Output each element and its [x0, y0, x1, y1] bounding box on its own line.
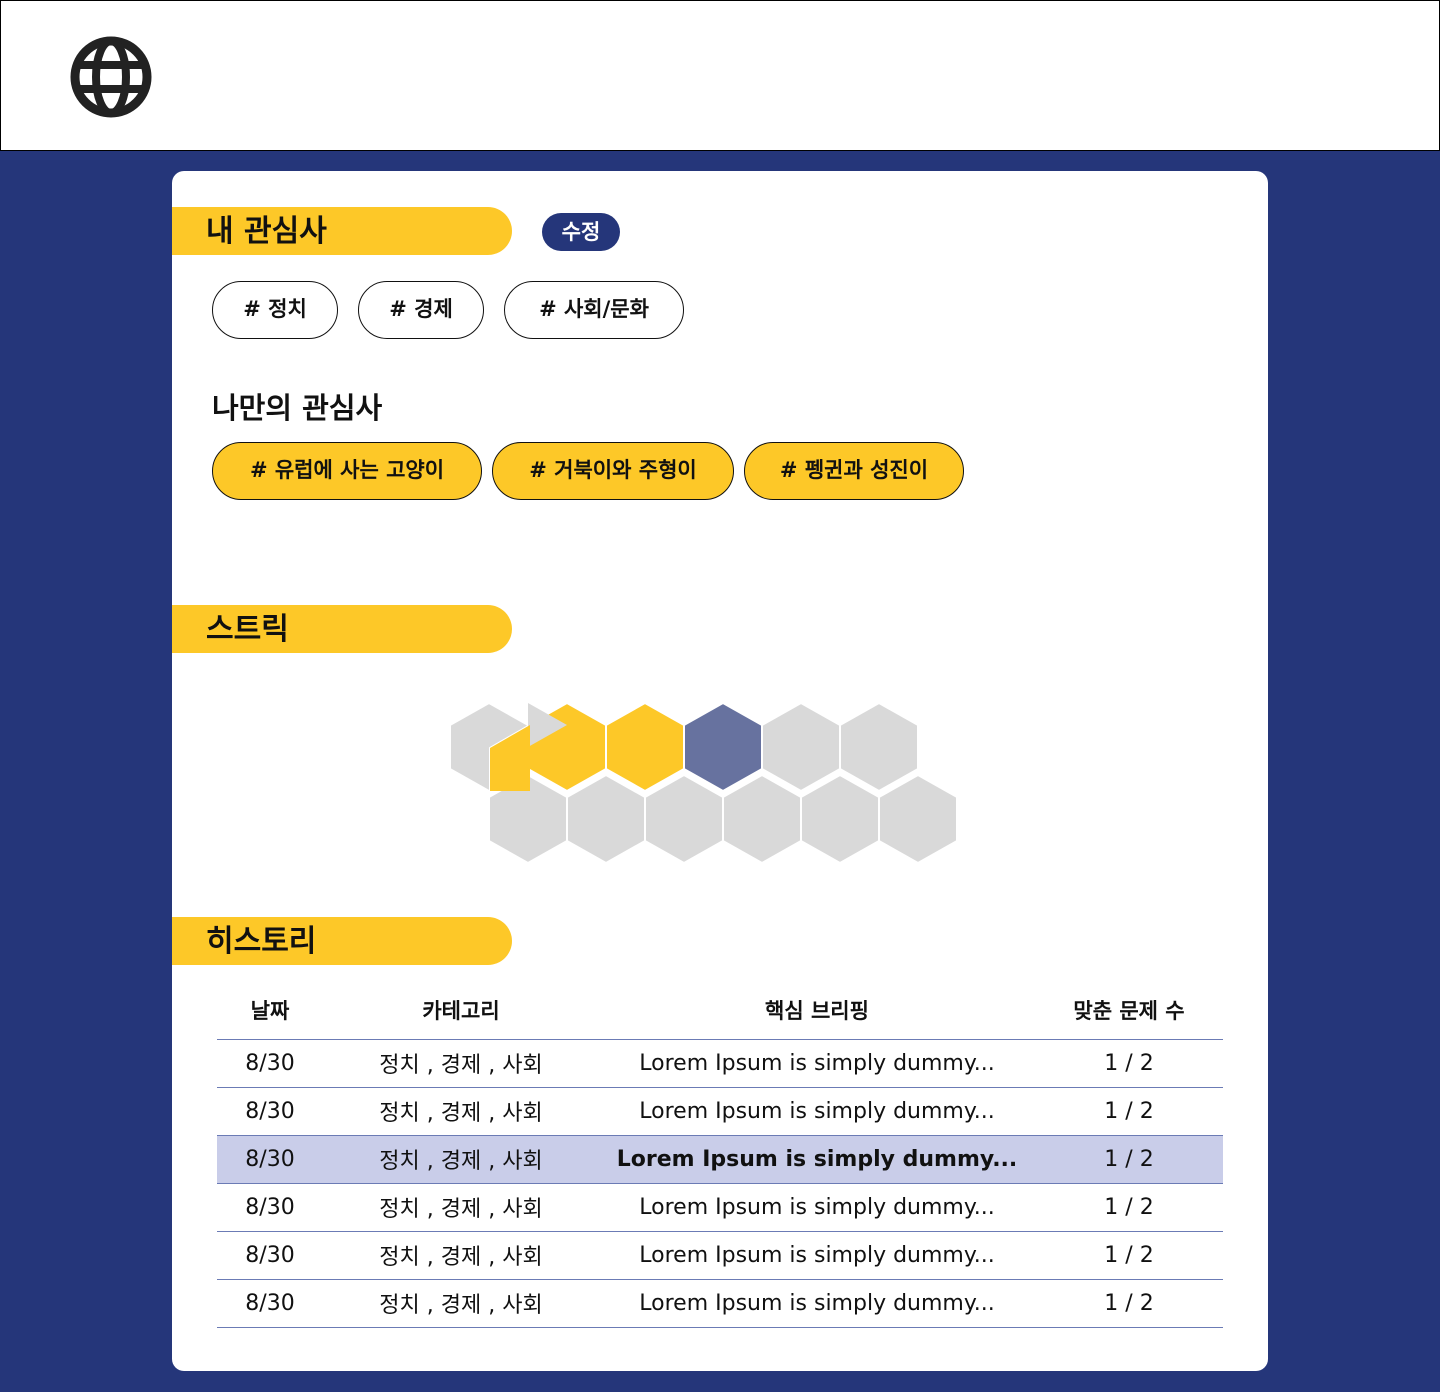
row-date: 8/30 [217, 1279, 323, 1328]
interest-tag-economy[interactable]: # 경제 [358, 281, 484, 339]
streak-day [839, 701, 919, 793]
interest-tag-society[interactable]: # 사회/문화 [504, 281, 684, 339]
streak-day [683, 701, 763, 793]
row-brief[interactable]: Lorem Ipsum is simply dummy... [599, 1183, 1035, 1232]
streak-day [878, 773, 958, 865]
row-date: 8/30 [217, 1039, 323, 1088]
row-category: 정치 , 경제 , 사회 [323, 1135, 599, 1184]
profile-card: 내 관심사 수정 # 정치 # 경제 # 사회/문화 나만의 관심사 # 유럽에… [172, 171, 1268, 1371]
streak-day [566, 773, 646, 865]
streak-title: 스트릭 [206, 612, 289, 647]
globe-icon[interactable] [69, 35, 153, 119]
streak-day [800, 773, 880, 865]
row-score: 1 / 2 [1035, 1231, 1223, 1280]
streak-section-header: 스트릭 [172, 605, 512, 653]
row-brief[interactable]: Lorem Ipsum is simply dummy... [599, 1279, 1035, 1328]
column-header-score: 맞춘 문제 수 [1035, 981, 1223, 1040]
row-category: 정치 , 경제 , 사회 [323, 1087, 599, 1136]
row-category: 정치 , 경제 , 사회 [323, 1039, 599, 1088]
table-row[interactable]: 8/30 정치 , 경제 , 사회 Lorem Ipsum is simply … [217, 1183, 1223, 1232]
row-score: 1 / 2 [1035, 1087, 1223, 1136]
interests-section-header: 내 관심사 [172, 207, 512, 255]
custom-tag-2[interactable]: # 거북이와 주형이 [492, 442, 734, 500]
streak-day [722, 773, 802, 865]
column-header-date: 날짜 [217, 981, 323, 1040]
row-score: 1 / 2 [1035, 1279, 1223, 1328]
table-row[interactable]: 8/30 정치 , 경제 , 사회 Lorem Ipsum is simply … [217, 1279, 1223, 1328]
row-date: 8/30 [217, 1135, 323, 1184]
table-row[interactable]: 8/30 정치 , 경제 , 사회 Lorem Ipsum is simply … [217, 1039, 1223, 1088]
table-row[interactable]: 8/30 정치 , 경제 , 사회 Lorem Ipsum is simply … [217, 1231, 1223, 1280]
row-brief[interactable]: Lorem Ipsum is simply dummy... [599, 1039, 1035, 1088]
history-header-row: 날짜 카테고리 핵심 브리핑 맞춘 문제 수 [217, 981, 1223, 1040]
row-date: 8/30 [217, 1231, 323, 1280]
table-row[interactable]: 8/30 정치 , 경제 , 사회 Lorem Ipsum is simply … [217, 1087, 1223, 1136]
row-brief[interactable]: Lorem Ipsum is simply dummy... [599, 1087, 1035, 1136]
custom-tag-3[interactable]: # 펭귄과 성진이 [744, 442, 964, 500]
column-header-brief: 핵심 브리핑 [599, 981, 1035, 1040]
row-date: 8/30 [217, 1183, 323, 1232]
table-row-highlighted[interactable]: 8/30 정치 , 경제 , 사회 Lorem Ipsum is simply … [217, 1135, 1223, 1184]
custom-tag-1[interactable]: # 유럽에 사는 고양이 [212, 442, 482, 500]
row-category: 정치 , 경제 , 사회 [323, 1183, 599, 1232]
row-score: 1 / 2 [1035, 1135, 1223, 1184]
interest-tag-politics[interactable]: # 정치 [212, 281, 338, 339]
row-brief[interactable]: Lorem Ipsum is simply dummy... [599, 1231, 1035, 1280]
row-category: 정치 , 경제 , 사회 [323, 1231, 599, 1280]
row-brief[interactable]: Lorem Ipsum is simply dummy... [599, 1135, 1035, 1184]
history-table: 날짜 카테고리 핵심 브리핑 맞춘 문제 수 8/30 정치 , 경제 , 사회… [217, 981, 1223, 1328]
history-title: 히스토리 [206, 924, 317, 959]
my-interests-title: 나만의 관심사 [212, 391, 383, 425]
streak-hex-grid [449, 701, 958, 865]
streak-day [605, 701, 685, 793]
top-bar [0, 0, 1440, 151]
streak-day [761, 701, 841, 793]
row-score: 1 / 2 [1035, 1183, 1223, 1232]
row-date: 8/30 [217, 1087, 323, 1136]
column-header-category: 카테고리 [323, 981, 599, 1040]
interests-title: 내 관심사 [206, 214, 327, 249]
edit-interests-button[interactable]: 수정 [542, 213, 620, 251]
streak-day [644, 773, 724, 865]
row-score: 1 / 2 [1035, 1039, 1223, 1088]
history-section-header: 히스토리 [172, 917, 512, 965]
row-category: 정치 , 경제 , 사회 [323, 1279, 599, 1328]
